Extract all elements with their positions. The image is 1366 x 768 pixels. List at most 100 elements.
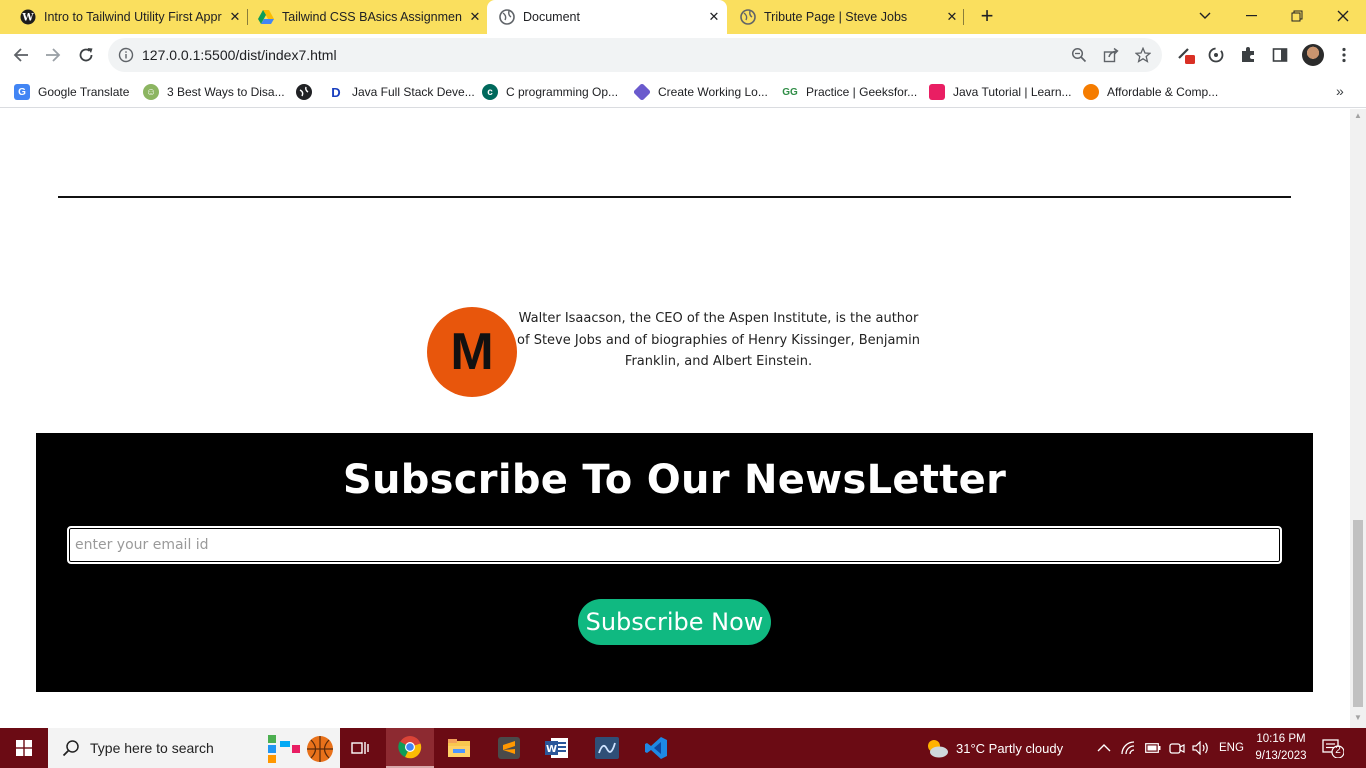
notification-center-button[interactable]: 2 [1322, 738, 1345, 759]
wikihow-icon: ☺ [143, 84, 159, 100]
new-tab-button[interactable]: + [975, 5, 999, 29]
task-view-icon [351, 742, 369, 754]
reload-button[interactable] [73, 42, 99, 68]
c-icon: c [482, 84, 498, 100]
page-scrollbar[interactable]: ▲ ▼ [1350, 109, 1366, 728]
page-viewport: M Walter Isaacson, the CEO of the Aspen … [0, 109, 1350, 728]
search-highlight-icon[interactable] [266, 731, 338, 765]
vscode-button[interactable] [632, 728, 680, 768]
address-bar[interactable]: 127.0.0.1:5500/dist/index7.html [108, 38, 1162, 72]
reload-icon [79, 48, 93, 62]
clock-time: 10:16 PM [1256, 733, 1306, 745]
chevron-down-icon [1199, 12, 1211, 19]
bookmark-label: 3 Best Ways to Disa... [167, 85, 285, 99]
tab-intro-tailwind[interactable]: W Intro to Tailwind Utility First Approa… [0, 0, 248, 34]
clock-date: 9/13/2023 [1255, 750, 1307, 762]
bookmark-affordable[interactable]: Affordable & Comp... [1083, 82, 1218, 102]
chevron-up-icon [1097, 744, 1111, 752]
newsletter-section: Subscribe To Our NewsLetter Subscribe No… [36, 433, 1313, 692]
bookmark-c-programming[interactable]: c C programming Op... [482, 82, 618, 102]
search-icon [62, 740, 79, 757]
tab-title: Document [523, 10, 580, 24]
sublime-text-button[interactable] [485, 728, 533, 768]
bookmark-label: Google Translate [38, 85, 130, 99]
restore-icon [1291, 10, 1303, 22]
globe-icon [499, 9, 515, 25]
bookmark-globe[interactable] [296, 82, 312, 102]
bookmark-google-translate[interactable]: G Google Translate [14, 82, 129, 102]
windows-taskbar: Type here to search W 31°C Partly cloudy [0, 728, 1366, 768]
dev-icon: D [331, 84, 341, 100]
tab-tailwind-basics[interactable]: Tailwind CSS BAsics Assignment ✕ [238, 0, 488, 34]
windows-logo-icon [16, 740, 32, 756]
bookmark-star-icon[interactable] [1134, 46, 1152, 64]
forward-button[interactable] [40, 42, 66, 68]
start-button[interactable] [0, 728, 48, 768]
close-icon[interactable]: ✕ [939, 9, 965, 25]
author-logo: M [427, 307, 517, 397]
show-hidden-icons[interactable] [1097, 728, 1111, 768]
word-button[interactable]: W [533, 728, 581, 768]
tab-tribute-page[interactable]: Tribute Page | Steve Jobs ✕ [720, 0, 965, 34]
file-explorer-button[interactable] [435, 728, 483, 768]
share-icon[interactable] [1102, 46, 1120, 64]
taskbar-search-box[interactable]: Type here to search [48, 728, 340, 768]
bookmark-geeksforgeeks[interactable]: GG Practice | Geeksfor... [782, 82, 917, 102]
scroll-down-icon[interactable]: ▼ [1354, 713, 1362, 722]
weather-text: 31°C Partly cloudy [956, 740, 1064, 756]
email-input[interactable] [67, 526, 1282, 564]
tab-search-button[interactable] [1182, 0, 1228, 32]
bookmark-label: Create Working Lo... [658, 85, 768, 99]
meet-now-status[interactable] [1169, 728, 1185, 768]
geeksforgeeks-icon: GG [782, 86, 798, 98]
word-icon: W [545, 738, 568, 758]
bookmark-create-working[interactable]: Create Working Lo... [632, 82, 768, 102]
globe-icon [296, 84, 312, 100]
bookmark-java-tutorial[interactable]: Java Tutorial | Learn... [929, 82, 1072, 102]
wifi-status[interactable] [1121, 728, 1137, 768]
weather-widget[interactable]: 31°C Partly cloudy [924, 728, 1063, 768]
google-translate-icon: G [14, 84, 30, 100]
back-button[interactable] [8, 42, 34, 68]
arrow-right-icon [46, 48, 61, 62]
kebab-menu-icon[interactable] [1334, 45, 1354, 65]
zoom-icon[interactable] [1070, 46, 1088, 64]
profile-avatar[interactable] [1302, 44, 1324, 66]
cube-icon [929, 84, 945, 100]
tab-document[interactable]: Document ✕ [487, 0, 727, 34]
restore-button[interactable] [1274, 0, 1320, 32]
side-panel-icon[interactable] [1270, 45, 1290, 65]
pen-extension-icon[interactable] [1176, 45, 1196, 65]
bookmark-3-best-ways[interactable]: ☺ 3 Best Ways to Disa... [143, 82, 285, 102]
extensions-puzzle-icon[interactable] [1238, 45, 1258, 65]
minimize-button[interactable] [1228, 0, 1274, 32]
clock[interactable]: 10:16 PM 9/13/2023 [1252, 731, 1310, 765]
url-text[interactable]: 127.0.0.1:5500/dist/index7.html [142, 47, 337, 63]
language-indicator[interactable]: ENG [1219, 728, 1244, 768]
chrome-taskbar-button[interactable] [386, 728, 434, 768]
close-icon [1337, 10, 1349, 22]
scroll-up-icon[interactable]: ▲ [1354, 111, 1362, 120]
close-window-button[interactable] [1320, 0, 1366, 32]
database-app-button[interactable] [583, 728, 631, 768]
subscribe-button[interactable]: Subscribe Now [578, 599, 771, 645]
bookmark-label: Affordable & Comp... [1107, 85, 1219, 99]
bookmarks-bar: G Google Translate ☺ 3 Best Ways to Disa… [0, 76, 1366, 108]
notification-count: 2 [1335, 745, 1341, 756]
volume-status[interactable] [1192, 728, 1210, 768]
close-icon[interactable]: ✕ [462, 9, 488, 25]
bookmark-java-full-stack[interactable]: D Java Full Stack Deve... [328, 82, 474, 102]
battery-icon [1145, 743, 1161, 753]
sync-extension-icon[interactable] [1206, 45, 1226, 65]
chrome-icon [398, 736, 422, 759]
site-info-icon[interactable] [118, 47, 134, 63]
chevron-right-double-icon[interactable]: » [1336, 83, 1344, 99]
tab-title: Intro to Tailwind Utility First Approach [44, 10, 222, 24]
google-drive-icon [258, 9, 274, 25]
scroll-thumb[interactable] [1353, 520, 1363, 707]
battery-status[interactable] [1145, 728, 1161, 768]
logo-letter: M [450, 323, 494, 381]
tab-separator [963, 9, 964, 25]
vscode-icon [645, 737, 667, 759]
task-view-button[interactable] [336, 728, 384, 768]
